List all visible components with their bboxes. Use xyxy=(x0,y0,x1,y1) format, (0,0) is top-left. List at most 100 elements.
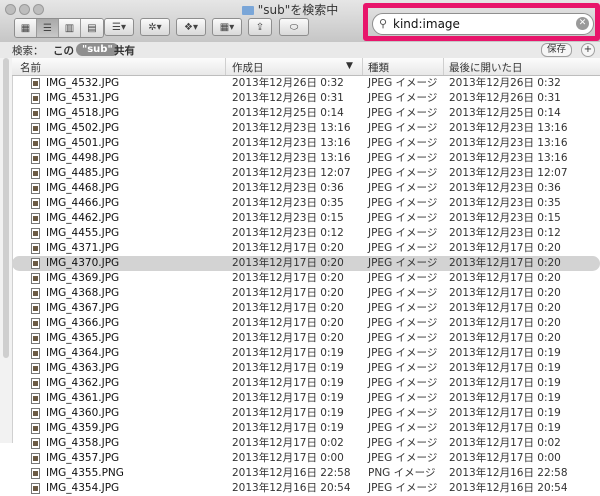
file-row[interactable]: IMG_4361.JPG 2013年12月17日 0:19 JPEG イメージ 201… xyxy=(12,391,600,406)
zoom-window-button[interactable] xyxy=(33,4,44,15)
file-row[interactable]: IMG_4363.JPG 2013年12月17日 0:19 JPEG イメージ 201… xyxy=(12,361,600,376)
file-name: IMG_4365.JPG xyxy=(46,332,120,344)
add-criteria-button[interactable]: + xyxy=(581,43,595,57)
file-row[interactable]: IMG_4466.JPG 2013年12月23日 0:35 JPEG イメージ 201… xyxy=(12,196,600,211)
scope-shared[interactable]: 共有 xyxy=(114,43,135,58)
file-row[interactable]: IMG_4360.JPG 2013年12月17日 0:19 JPEG イメージ 201… xyxy=(12,406,600,421)
file-last-opened: 2013年12月16日 20:54 xyxy=(449,482,568,494)
file-row[interactable]: IMG_4355.PNG 2013年12月16日 22:58 PNG イメージ 201… xyxy=(12,466,600,481)
file-row[interactable]: IMG_4498.JPG 2013年12月23日 13:16 JPEG イメージ 20… xyxy=(12,151,600,166)
dropbox-button[interactable]: ❖▾ xyxy=(176,18,206,36)
file-name: IMG_4518.JPG xyxy=(46,107,120,119)
file-kind: JPEG イメージ xyxy=(368,407,438,419)
file-row[interactable]: IMG_4367.JPG 2013年12月17日 0:20 JPEG イメージ 201… xyxy=(12,301,600,316)
file-name: IMG_4360.JPG xyxy=(46,407,120,419)
file-name: IMG_4485.JPG xyxy=(46,167,120,179)
column-last-opened-header[interactable]: 最後に開いた日 xyxy=(449,60,523,75)
file-row[interactable]: IMG_4362.JPG 2013年12月17日 0:19 JPEG イメージ 201… xyxy=(12,376,600,391)
file-row[interactable]: IMG_4354.JPG 2013年12月16日 20:54 JPEG イメージ 20… xyxy=(12,481,600,496)
image-file-icon xyxy=(31,153,40,164)
image-file-icon xyxy=(31,378,40,389)
list-view-icon[interactable]: ☰ xyxy=(37,19,59,37)
file-created: 2013年12月17日 0:00 xyxy=(232,452,344,464)
tag-button[interactable]: ⬭ xyxy=(279,18,309,36)
file-row[interactable]: IMG_4357.JPG 2013年12月17日 0:00 JPEG イメージ 201… xyxy=(12,451,600,466)
file-row[interactable]: IMG_4485.JPG 2013年12月23日 12:07 JPEG イメージ 20… xyxy=(12,166,600,181)
image-file-icon xyxy=(31,78,40,89)
file-created: 2013年12月17日 0:02 xyxy=(232,437,344,449)
scrollbar-thumb[interactable] xyxy=(3,58,9,358)
file-kind: JPEG イメージ xyxy=(368,242,438,254)
file-last-opened: 2013年12月25日 0:14 xyxy=(449,107,561,119)
clear-search-icon[interactable]: ✕ xyxy=(576,17,589,30)
close-window-button[interactable] xyxy=(5,4,16,15)
folder-icon xyxy=(241,6,254,15)
column-created-header[interactable]: 作成日 xyxy=(232,60,264,75)
file-row[interactable]: IMG_4532.JPG 2013年12月26日 0:32 JPEG イメージ 201… xyxy=(12,76,600,91)
file-kind: JPEG イメージ xyxy=(368,437,438,449)
file-name: IMG_4498.JPG xyxy=(46,152,120,164)
arrange-icon: ☰▾ xyxy=(112,21,126,33)
file-created: 2013年12月23日 13:16 xyxy=(232,152,351,164)
file-created: 2013年12月17日 0:20 xyxy=(232,272,344,284)
file-row[interactable]: IMG_4468.JPG 2013年12月23日 0:36 JPEG イメージ 201… xyxy=(12,181,600,196)
scope-sub-folder[interactable]: "sub" xyxy=(76,43,119,56)
file-row[interactable]: IMG_4370.JPG 2013年12月17日 0:20 JPEG イメージ 201… xyxy=(12,256,600,271)
image-file-icon xyxy=(31,423,40,434)
file-row[interactable]: IMG_4365.JPG 2013年12月17日 0:20 JPEG イメージ 201… xyxy=(12,331,600,346)
column-header: 名前 作成日 ▼ 種類 最後に開いた日 xyxy=(12,58,600,76)
grid-button[interactable]: ▦▾ xyxy=(212,18,242,36)
image-file-icon xyxy=(31,453,40,464)
file-row[interactable]: IMG_4359.JPG 2013年12月17日 0:19 JPEG イメージ 201… xyxy=(12,421,600,436)
search-input[interactable] xyxy=(393,17,563,31)
search-field[interactable]: ⚲ ✕ xyxy=(372,13,594,35)
file-row[interactable]: IMG_4368.JPG 2013年12月17日 0:20 JPEG イメージ 201… xyxy=(12,286,600,301)
file-row[interactable]: IMG_4501.JPG 2013年12月23日 13:16 JPEG イメージ 20… xyxy=(12,136,600,151)
file-row[interactable]: IMG_4358.JPG 2013年12月17日 0:02 JPEG イメージ 201… xyxy=(12,436,600,451)
file-name: IMG_4468.JPG xyxy=(46,182,120,194)
column-kind-header[interactable]: 種類 xyxy=(368,60,389,75)
file-name: IMG_4354.JPG xyxy=(46,482,120,494)
file-kind: JPEG イメージ xyxy=(368,227,438,239)
file-row[interactable]: IMG_4371.JPG 2013年12月17日 0:20 JPEG イメージ 201… xyxy=(12,241,600,256)
file-row[interactable]: IMG_4369.JPG 2013年12月17日 0:20 JPEG イメージ 201… xyxy=(12,271,600,286)
file-row[interactable]: IMG_4455.JPG 2013年12月23日 0:12 JPEG イメージ 201… xyxy=(12,226,600,241)
minimize-window-button[interactable] xyxy=(19,4,30,15)
file-kind: JPEG イメージ xyxy=(368,422,438,434)
file-created: 2013年12月17日 0:20 xyxy=(232,242,344,254)
file-kind: JPEG イメージ xyxy=(368,167,438,179)
file-kind: JPEG イメージ xyxy=(368,287,438,299)
dropbox-icon: ❖▾ xyxy=(184,21,198,33)
icon-view-icon[interactable]: ▦ xyxy=(15,19,37,37)
file-name: IMG_4366.JPG xyxy=(46,317,120,329)
save-search-button[interactable]: 保存 xyxy=(541,43,573,57)
file-name: IMG_4357.JPG xyxy=(46,452,120,464)
file-name: IMG_4371.JPG xyxy=(46,242,120,254)
coverflow-view-icon[interactable]: ▤ xyxy=(81,19,103,37)
column-name-header[interactable]: 名前 xyxy=(20,60,41,75)
file-row[interactable]: IMG_4518.JPG 2013年12月25日 0:14 JPEG イメージ 201… xyxy=(12,106,600,121)
image-file-icon xyxy=(31,483,40,494)
image-file-icon xyxy=(31,243,40,254)
share-button[interactable]: ⇪ xyxy=(248,18,272,36)
image-file-icon xyxy=(31,258,40,269)
file-created: 2013年12月17日 0:20 xyxy=(232,317,344,329)
file-row[interactable]: IMG_4462.JPG 2013年12月23日 0:15 JPEG イメージ 201… xyxy=(12,211,600,226)
action-button[interactable]: ✲▾ xyxy=(140,18,170,36)
file-row[interactable]: IMG_4364.JPG 2013年12月17日 0:19 JPEG イメージ 201… xyxy=(12,346,600,361)
file-kind: JPEG イメージ xyxy=(368,197,438,209)
image-file-icon xyxy=(31,138,40,149)
file-row[interactable]: IMG_4366.JPG 2013年12月17日 0:20 JPEG イメージ 201… xyxy=(12,316,600,331)
file-row[interactable]: IMG_4531.JPG 2013年12月26日 0:31 JPEG イメージ 201… xyxy=(12,91,600,106)
file-created: 2013年12月23日 12:07 xyxy=(232,167,351,179)
file-last-opened: 2013年12月17日 0:19 xyxy=(449,347,561,359)
arrange-button[interactable]: ☰▾ xyxy=(104,18,134,36)
column-divider xyxy=(443,58,444,75)
column-divider xyxy=(362,58,363,75)
file-row[interactable]: IMG_4502.JPG 2013年12月23日 13:16 JPEG イメージ 20… xyxy=(12,121,600,136)
file-created: 2013年12月17日 0:19 xyxy=(232,392,344,404)
column-view-icon[interactable]: ▥ xyxy=(59,19,81,37)
file-last-opened: 2013年12月17日 0:20 xyxy=(449,317,561,329)
image-file-icon xyxy=(31,228,40,239)
file-last-opened: 2013年12月17日 0:02 xyxy=(449,437,561,449)
